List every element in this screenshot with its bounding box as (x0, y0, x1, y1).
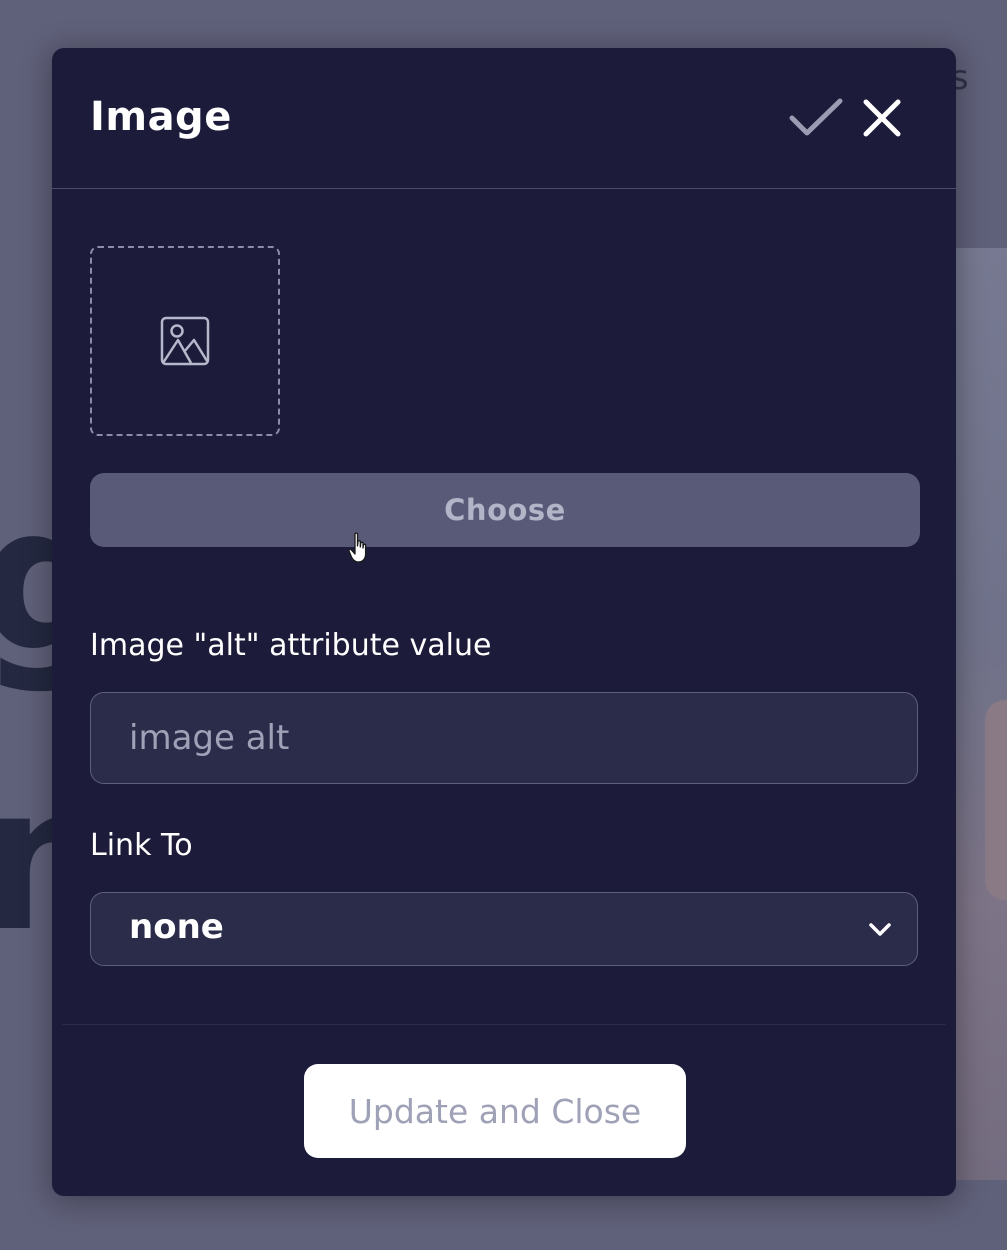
image-preview-placeholder[interactable] (90, 246, 280, 436)
link-to-select[interactable]: none (90, 892, 918, 966)
alt-field-label: Image "alt" attribute value (90, 628, 492, 663)
alt-text-input[interactable] (90, 692, 918, 784)
link-to-selected-value: none (129, 907, 224, 947)
modal-title: Image (90, 94, 232, 140)
background-image-detail (985, 700, 1007, 900)
close-button[interactable] (860, 96, 904, 140)
update-and-close-button[interactable]: Update and Close (304, 1064, 686, 1158)
modal-header: Image (52, 48, 956, 189)
image-icon (160, 316, 210, 366)
chevron-down-icon (869, 923, 891, 936)
check-icon (789, 98, 843, 136)
close-icon (863, 99, 901, 137)
choose-image-button[interactable]: Choose (90, 473, 920, 547)
footer-divider (62, 1024, 946, 1025)
image-modal: Image Choose Image "alt" attribute value… (52, 48, 956, 1196)
confirm-button[interactable] (788, 96, 844, 140)
link-to-label: Link To (90, 828, 193, 863)
